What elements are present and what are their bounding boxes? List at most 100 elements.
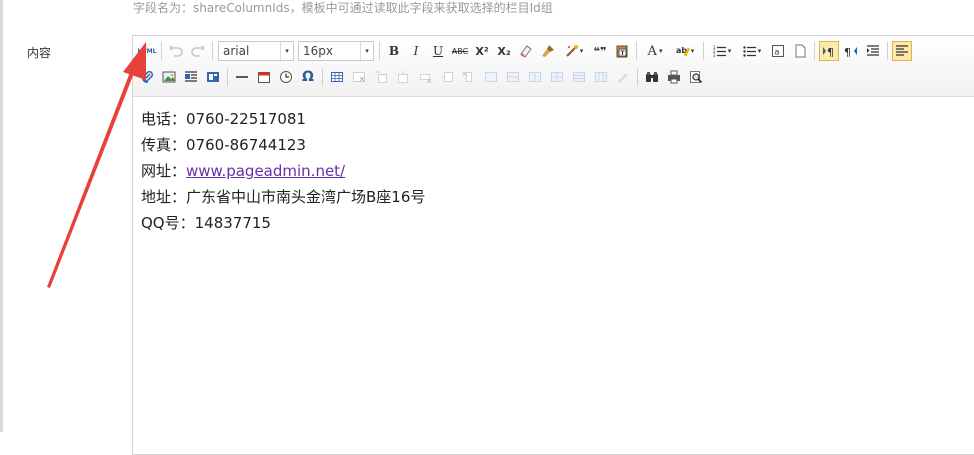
editor-toolbar: HTML arial ▾ 16px ▾ B I U ABC X² X₂ ▾ ❝❞… bbox=[133, 36, 974, 97]
strikethrough-button[interactable]: ABC bbox=[450, 41, 470, 61]
image-wrap-icon bbox=[185, 71, 197, 82]
toolbar-separator bbox=[227, 68, 228, 86]
insert-column-icon bbox=[441, 72, 453, 82]
paste-plain-button[interactable]: T bbox=[612, 41, 632, 61]
chevron-down-icon: ▾ bbox=[360, 42, 373, 60]
unordered-list-button[interactable]: ▾ bbox=[738, 41, 766, 61]
merge-right-icon bbox=[507, 72, 519, 82]
image-wrap-button[interactable] bbox=[181, 67, 201, 87]
print-button[interactable] bbox=[664, 67, 684, 87]
fax-label: 传真： bbox=[141, 136, 187, 154]
split-rows-button[interactable] bbox=[569, 67, 589, 87]
insert-image-button[interactable] bbox=[159, 67, 179, 87]
rtl-icon: ¶ bbox=[844, 46, 857, 58]
delete-table-button[interactable] bbox=[349, 67, 369, 87]
website-link[interactable]: www.pageadmin.net/ bbox=[186, 162, 345, 180]
chevron-down-icon: ▾ bbox=[690, 47, 695, 55]
delete-column-icon bbox=[462, 71, 472, 82]
website-label: 网址： bbox=[141, 162, 187, 180]
undo-icon bbox=[169, 45, 183, 57]
toolbar-separator bbox=[637, 68, 638, 86]
redo-button[interactable] bbox=[188, 41, 208, 61]
forecolor-button[interactable]: A ▾ bbox=[641, 41, 669, 61]
unordered-list-icon bbox=[743, 46, 756, 57]
split-columns-button[interactable] bbox=[591, 67, 611, 87]
toolbar-separator bbox=[322, 68, 323, 86]
edit-tip-button[interactable] bbox=[613, 67, 633, 87]
font-size-select[interactable]: 16px ▾ bbox=[298, 41, 374, 61]
html-source-button[interactable]: HTML bbox=[137, 41, 157, 61]
direction-rtl-button[interactable]: ¶ bbox=[841, 41, 861, 61]
qq-value: 14837715 bbox=[194, 214, 271, 232]
attachment-button[interactable] bbox=[137, 67, 157, 87]
ltr-icon: ¶ bbox=[823, 46, 834, 58]
magic-wand-icon bbox=[566, 45, 578, 57]
bold-button[interactable]: B bbox=[384, 41, 404, 61]
font-family-select[interactable]: arial ▾ bbox=[218, 41, 294, 61]
binoculars-icon bbox=[646, 72, 658, 82]
insert-paragraph-before-table-button[interactable] bbox=[371, 67, 391, 87]
eraser-button[interactable] bbox=[516, 41, 536, 61]
preview-button[interactable] bbox=[686, 67, 706, 87]
svg-text:a: a bbox=[775, 48, 780, 57]
template-button[interactable] bbox=[203, 67, 223, 87]
delete-column-button[interactable] bbox=[459, 67, 479, 87]
highlight-icon: ab bbox=[676, 46, 690, 57]
undo-button[interactable] bbox=[166, 41, 186, 61]
delete-row-icon bbox=[420, 74, 432, 84]
superscript-button[interactable]: X² bbox=[472, 41, 492, 61]
svg-text:3: 3 bbox=[713, 53, 716, 58]
page-left-border bbox=[0, 0, 3, 432]
select-all-button[interactable]: a bbox=[768, 41, 788, 61]
merge-down-icon bbox=[529, 72, 541, 82]
insert-column-button[interactable] bbox=[437, 67, 457, 87]
insert-date-button[interactable] bbox=[254, 67, 274, 87]
split-cells-button[interactable] bbox=[547, 67, 567, 87]
insert-row-button[interactable] bbox=[393, 67, 413, 87]
address-value: 广东省中山市南头金湾广场B座16号 bbox=[186, 188, 426, 206]
ordered-list-button[interactable]: 123 ▾ bbox=[708, 41, 736, 61]
special-char-button[interactable]: Ω bbox=[298, 67, 318, 87]
delete-table-icon bbox=[353, 72, 365, 82]
field-hint: 字段名为：shareColumnIds，模板中可通过读取此字段来获取选择的栏目I… bbox=[133, 1, 553, 15]
eraser-icon bbox=[520, 45, 532, 58]
address-label: 地址： bbox=[141, 188, 187, 206]
chevron-down-icon: ▾ bbox=[658, 47, 663, 55]
image-icon bbox=[162, 71, 176, 83]
paste-text-icon: T bbox=[616, 45, 628, 58]
fax-value: 0760-86744123 bbox=[186, 136, 306, 154]
search-replace-button[interactable] bbox=[642, 67, 662, 87]
italic-button[interactable]: I bbox=[406, 41, 426, 61]
chevron-down-icon: ▾ bbox=[280, 42, 293, 60]
underline-button[interactable]: U bbox=[428, 41, 448, 61]
split-columns-icon bbox=[595, 72, 607, 82]
insert-time-button[interactable] bbox=[276, 67, 296, 87]
merge-cells-button[interactable] bbox=[481, 67, 501, 87]
format-painter-button[interactable] bbox=[538, 41, 558, 61]
subscript-button[interactable]: X₂ bbox=[494, 41, 514, 61]
toolbar-separator bbox=[379, 42, 380, 60]
table-icon bbox=[331, 72, 343, 82]
delete-row-button[interactable] bbox=[415, 67, 435, 87]
merge-down-button[interactable] bbox=[525, 67, 545, 87]
direction-ltr-button[interactable]: ¶ bbox=[819, 41, 839, 61]
toolbar-row-2: Ω bbox=[136, 65, 707, 89]
merge-right-button[interactable] bbox=[503, 67, 523, 87]
align-left-icon bbox=[896, 45, 908, 56]
auto-typeset-button[interactable]: ▾ bbox=[560, 41, 588, 61]
insert-table-button[interactable] bbox=[327, 67, 347, 87]
horizontal-rule-button[interactable] bbox=[232, 67, 252, 87]
indent-button[interactable] bbox=[863, 41, 883, 61]
align-left-button[interactable] bbox=[892, 41, 912, 61]
clear-document-button[interactable] bbox=[790, 41, 810, 61]
editor-content[interactable]: 电话：0760-22517081 传真：0760-86744123 网址：www… bbox=[141, 106, 425, 236]
pencil-icon bbox=[618, 73, 628, 83]
blockquote-button[interactable]: ❝❞ bbox=[590, 41, 610, 61]
backcolor-button[interactable]: ab ▾ bbox=[671, 41, 699, 61]
select-all-icon: a bbox=[772, 45, 784, 57]
qq-label: QQ号： bbox=[141, 214, 195, 232]
brush-icon bbox=[542, 45, 554, 57]
rich-text-editor[interactable]: HTML arial ▾ 16px ▾ B I U ABC X² X₂ ▾ ❝❞… bbox=[132, 35, 974, 455]
website-line: 网址：www.pageadmin.net/ bbox=[141, 158, 425, 184]
calendar-icon bbox=[258, 72, 270, 83]
